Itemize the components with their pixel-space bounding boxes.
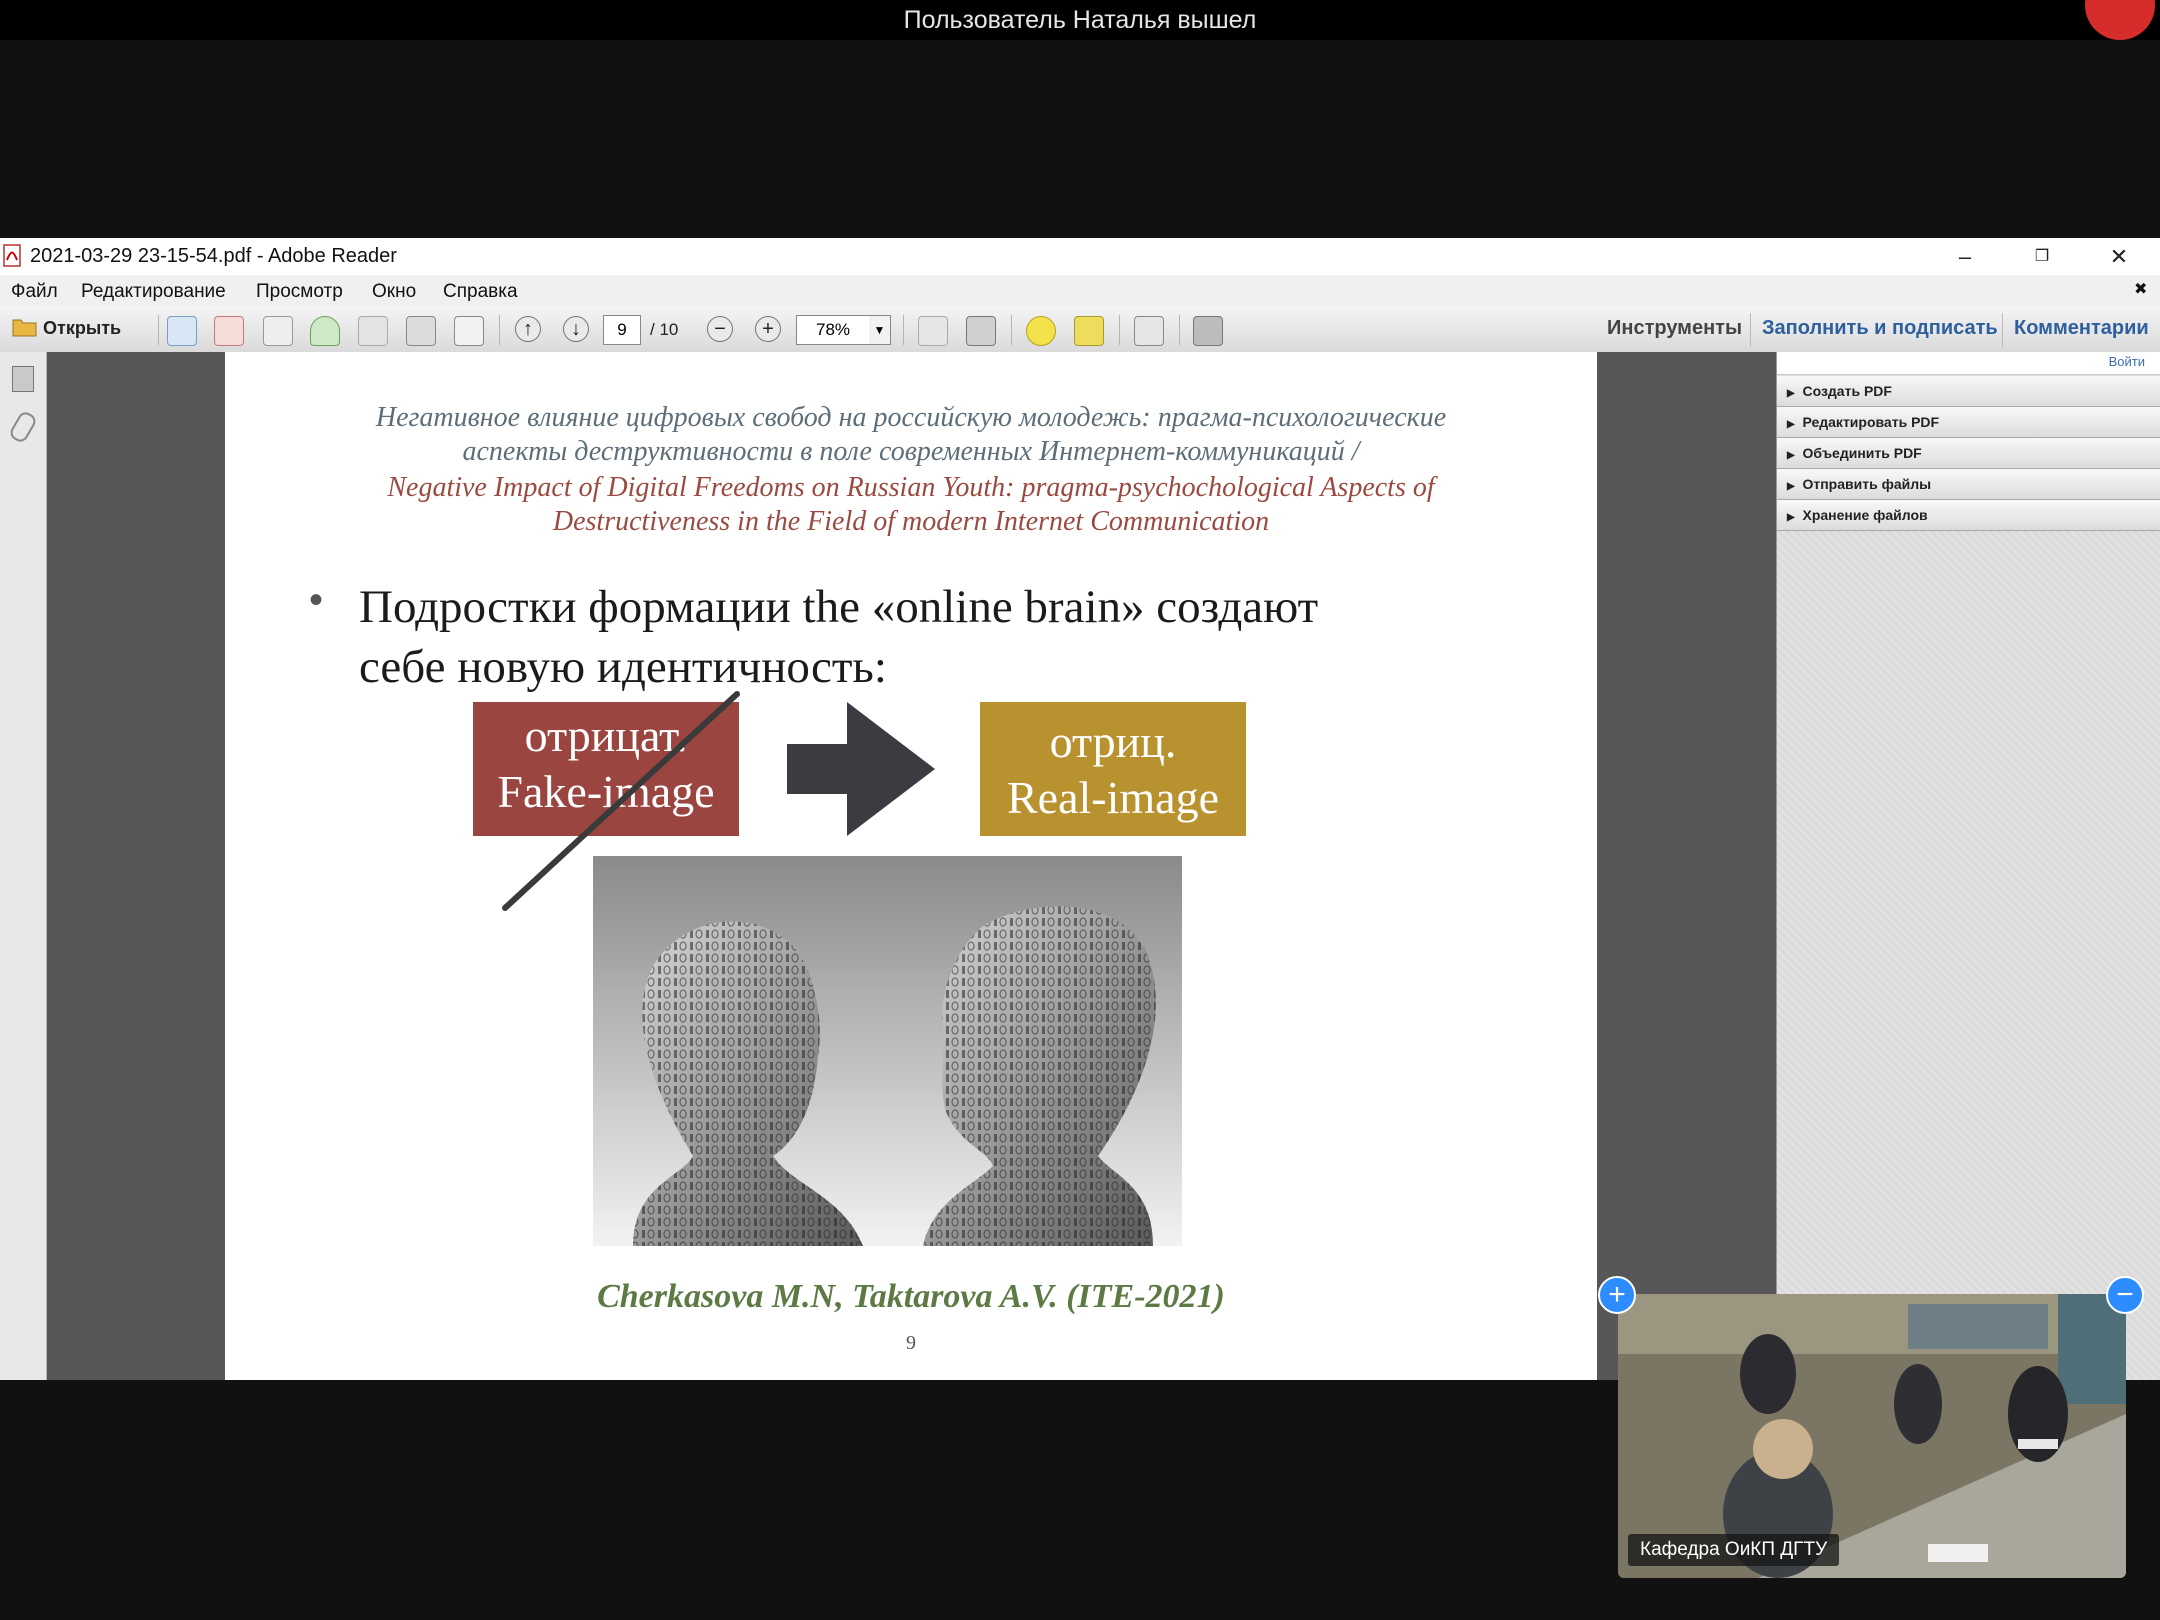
toolbar: Открыть ↑ ↓ 9 / 10 − + 78% ▼ Инструменты… — [0, 307, 2160, 353]
minimize-button[interactable]: – — [1930, 238, 2000, 275]
pdf-page: Негативное влияние цифровых свобод на ро… — [225, 352, 1597, 1380]
hand-tool-icon[interactable] — [1193, 316, 1223, 346]
menu-view[interactable]: Просмотр — [256, 281, 343, 303]
restore-button[interactable]: ❐ — [2007, 238, 2077, 275]
menu-file[interactable]: Файл — [11, 281, 58, 303]
panel-create-pdf[interactable]: ▶ Создать PDF — [1777, 376, 2160, 407]
separator — [499, 315, 500, 345]
tools-pane: Войти ▶ Создать PDF ▶ Редактировать PDF … — [1776, 352, 2160, 1380]
navigation-pane — [0, 352, 47, 1380]
upload-cloud-icon[interactable] — [310, 316, 340, 346]
page-number-input[interactable]: 9 — [603, 315, 641, 345]
separator — [1119, 315, 1120, 345]
binary-heads-image — [593, 856, 1182, 1246]
zoom-notification-banner: Пользователь Наталья вышел — [0, 0, 2160, 40]
participant-video[interactable]: Кафедра ОиКП ДГТУ — [1618, 1294, 2126, 1578]
tools-tab[interactable]: Инструменты — [1607, 317, 1742, 340]
sign-in-link[interactable]: Войти — [2109, 354, 2145, 369]
edit-icon[interactable] — [263, 316, 293, 346]
folder-icon — [12, 319, 37, 337]
bullet-line1: Подростки формации the «online brain» со… — [359, 581, 1319, 633]
highlight-icon[interactable] — [1074, 316, 1104, 346]
pdf-file-icon — [3, 244, 21, 267]
menu-window[interactable]: Окно — [372, 281, 416, 303]
panel-store-files[interactable]: ▶ Хранение файлов — [1777, 500, 2160, 531]
export-pdf-icon[interactable] — [214, 316, 244, 346]
open-label: Открыть — [43, 318, 122, 338]
comment-icon[interactable] — [1026, 316, 1056, 346]
minimize-video-button[interactable]: − — [2106, 1276, 2144, 1314]
participant-name-label: Кафедра ОиКП ДГТУ — [1628, 1534, 1840, 1566]
close-button[interactable]: ✕ — [2084, 238, 2154, 275]
zoom-in-icon[interactable]: + — [755, 316, 781, 342]
separator — [903, 315, 904, 345]
banner-text: Пользователь Наталья вышел — [903, 6, 1257, 34]
next-page-icon[interactable]: ↓ — [563, 316, 589, 342]
close-document-icon[interactable]: ✖ — [2134, 279, 2147, 299]
create-pdf-icon[interactable] — [167, 316, 197, 346]
sign-in-bar: Войти — [1777, 352, 2160, 375]
menu-bar: Файл Редактирование Просмотр Окно Справк… — [0, 275, 2160, 307]
real-box-line1: отриц. — [1049, 716, 1177, 767]
arrow-right-icon — [787, 702, 935, 836]
slide-title-en-line2: Destructiveness in the Field of modern I… — [552, 506, 1270, 537]
print-icon[interactable] — [406, 316, 436, 346]
panel-edit-pdf[interactable]: ▶ Редактировать PDF — [1777, 407, 2160, 438]
window-title: 2021-03-29 23-15-54.pdf - Adobe Reader — [30, 245, 397, 267]
adobe-reader-window: 2021-03-29 23-15-54.pdf - Adobe Reader –… — [0, 238, 2160, 1380]
real-box-line2: Real-image — [1006, 772, 1219, 823]
open-button[interactable]: Открыть — [12, 316, 121, 339]
slide-page-number: 9 — [906, 1332, 916, 1354]
fit-page-icon[interactable] — [966, 316, 996, 346]
separator — [1011, 315, 1012, 345]
panel-send-files[interactable]: ▶ Отправить файлы — [1777, 469, 2160, 500]
save-icon[interactable] — [358, 316, 388, 346]
slide-title-ru-line1: Негативное влияние цифровых свобод на ро… — [375, 402, 1447, 433]
page-total-label: / 10 — [650, 320, 679, 339]
zoom-out-icon[interactable]: − — [707, 316, 733, 342]
document-area[interactable]: Негативное влияние цифровых свобод на ро… — [47, 352, 1776, 1380]
comments-tab[interactable]: Комментарии — [2014, 317, 2149, 340]
slide-title-en-line1: Negative Impact of Digital Freedoms on R… — [387, 472, 1435, 503]
slide-title-ru-line2: аспекты деструктивности в поле современн… — [462, 436, 1360, 467]
previous-page-icon[interactable]: ↑ — [515, 316, 541, 342]
fullscreen-icon[interactable] — [1134, 316, 1164, 346]
page-thumbnails-icon[interactable] — [12, 366, 34, 392]
menu-edit[interactable]: Редактирование — [81, 281, 226, 303]
zoom-dropdown-icon[interactable]: ▼ — [869, 315, 891, 345]
separator — [1179, 315, 1180, 345]
bullet-line2: себе новую идентичность: — [359, 641, 887, 693]
scroll-mode-icon[interactable] — [918, 316, 948, 346]
menu-help[interactable]: Справка — [443, 281, 518, 303]
fill-sign-tab[interactable]: Заполнить и подписать — [1762, 317, 1998, 340]
add-video-button[interactable]: + — [1598, 1276, 1636, 1314]
attachments-icon[interactable] — [7, 409, 39, 445]
bullet-icon: • — [309, 578, 324, 622]
email-icon[interactable] — [454, 316, 484, 346]
separator — [158, 315, 159, 345]
author-line: Cherkasova M.N, Taktarova A.V. (ITE-2021… — [597, 1278, 1225, 1315]
panel-merge-pdf[interactable]: ▶ Объединить PDF — [1777, 438, 2160, 469]
real-image-box: отриц. Real-image — [980, 702, 1246, 836]
title-bar: 2021-03-29 23-15-54.pdf - Adobe Reader –… — [0, 238, 2160, 275]
zoom-level-input[interactable]: 78% — [796, 315, 870, 345]
